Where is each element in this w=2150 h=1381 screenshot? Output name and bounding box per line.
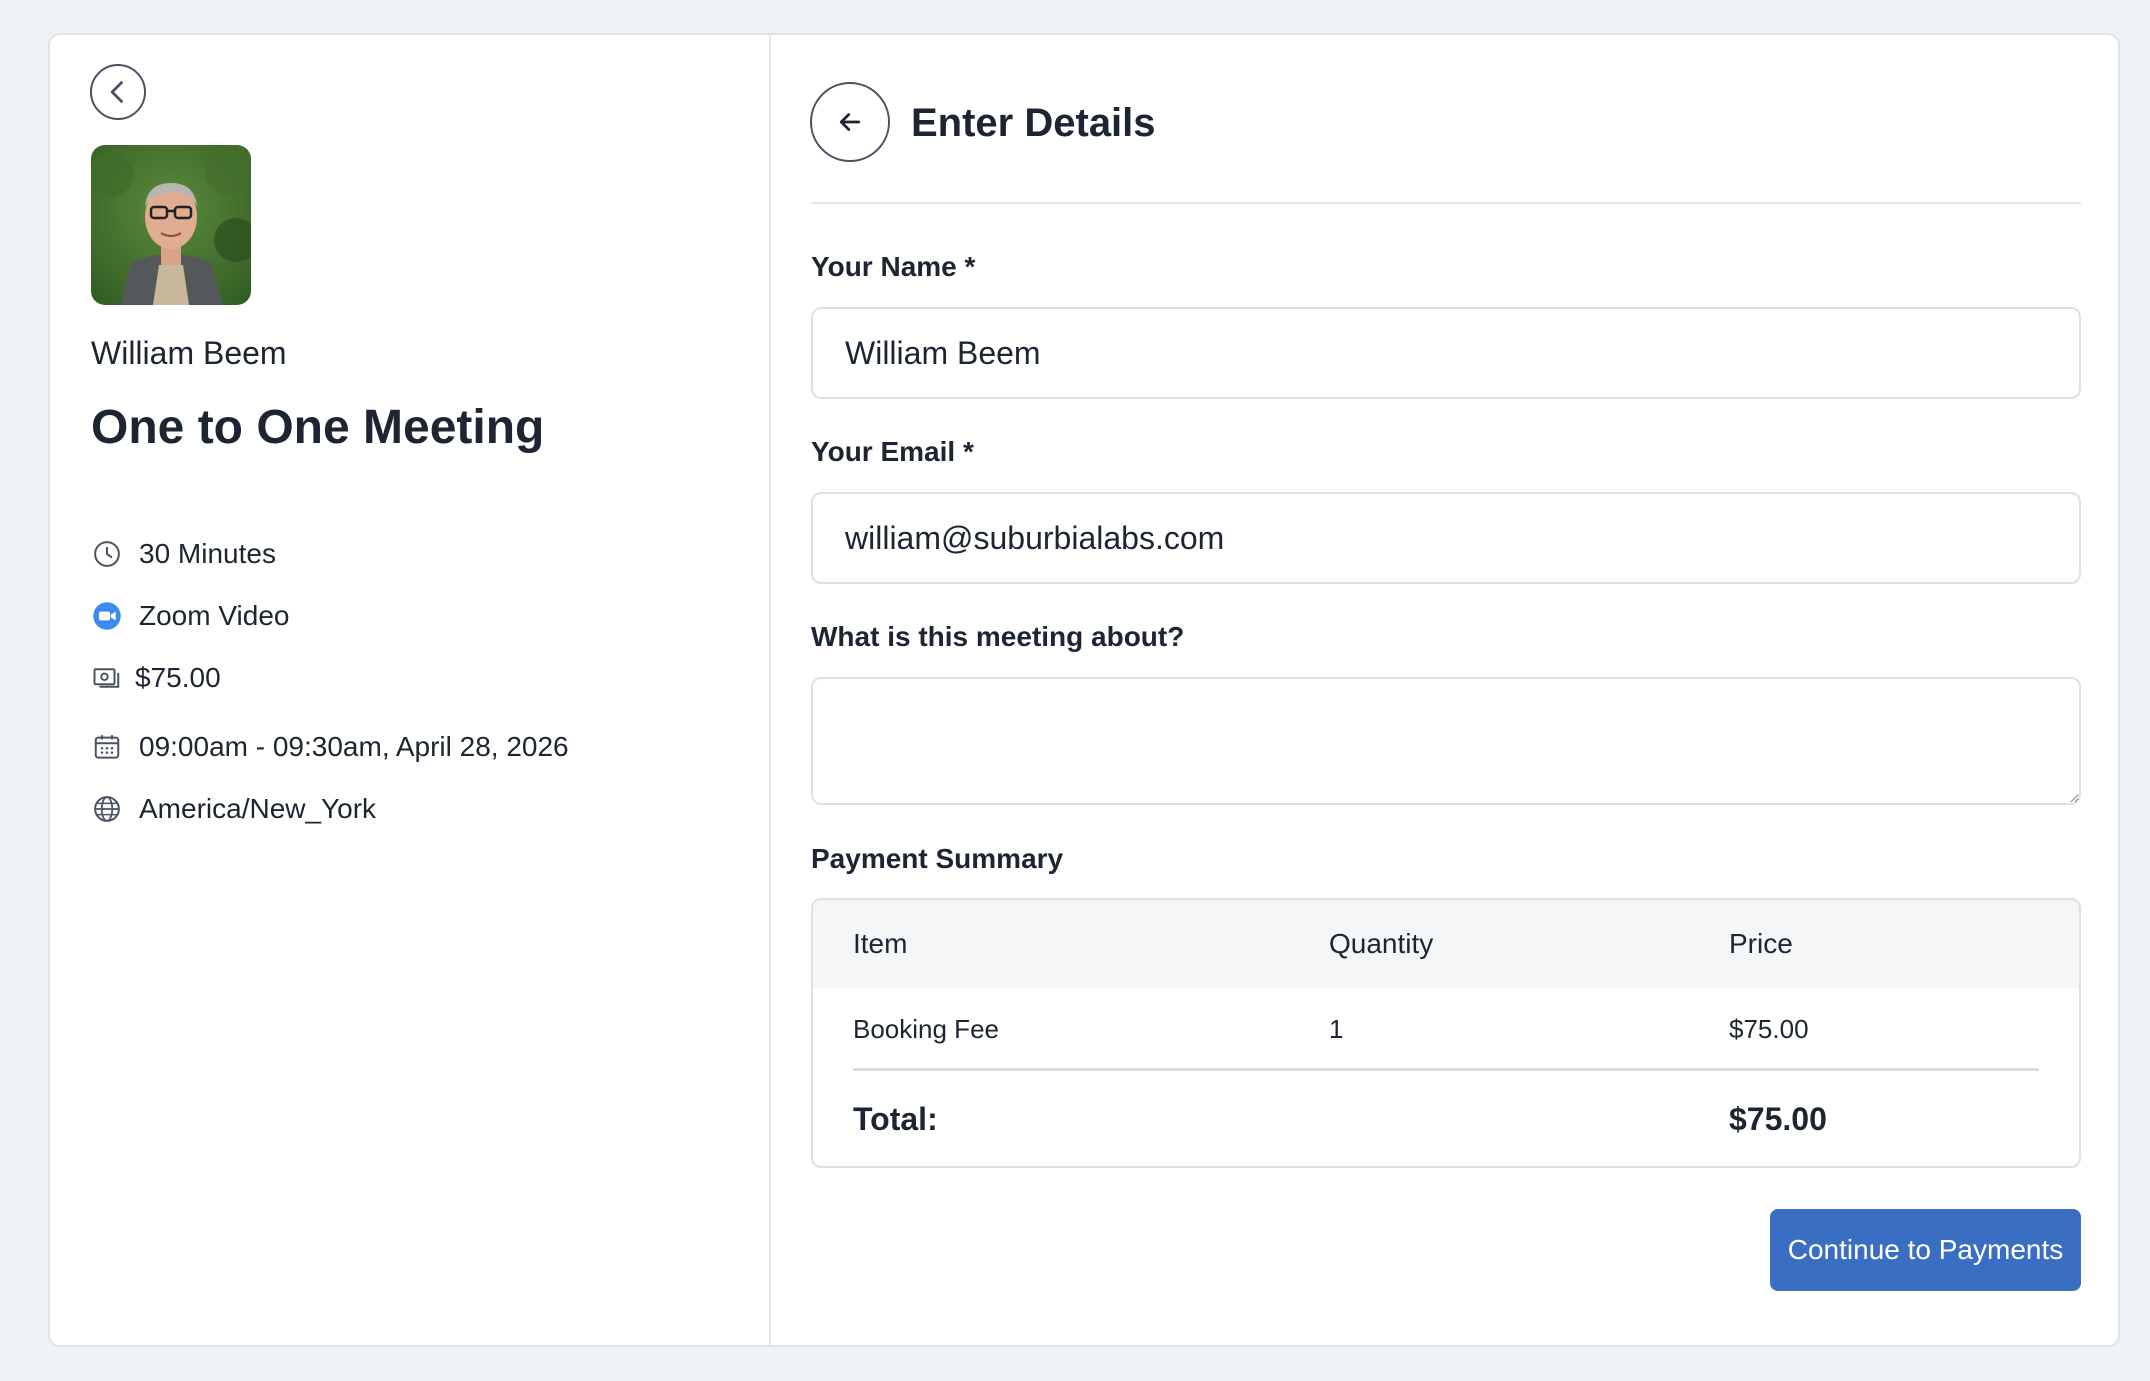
form-title: Enter Details: [911, 101, 1156, 145]
timezone-text: America/New_York: [139, 793, 377, 824]
back-button[interactable]: [90, 64, 146, 120]
total-label: Total:: [853, 1101, 938, 1137]
header-item: Item: [853, 928, 908, 959]
email-input[interactable]: [811, 492, 2081, 584]
calendar-icon: [91, 731, 123, 763]
location-row: Zoom Video: [91, 600, 289, 632]
total-value: $75.00: [1729, 1101, 1827, 1137]
event-summary-panel: William Beem One to One Meeting 30 Minut…: [50, 35, 769, 1345]
row-quantity: 1: [1329, 1014, 1344, 1044]
continue-to-payments-button[interactable]: Continue to Payments: [1770, 1209, 2081, 1291]
datetime-row: 09:00am - 09:30am, April 28, 2026: [91, 731, 569, 763]
clock-icon: [91, 538, 123, 570]
email-label: Your Email *: [811, 436, 974, 467]
meeting-about-textarea[interactable]: [811, 677, 2081, 805]
location-text: Zoom Video: [139, 600, 290, 631]
host-name: William Beem: [91, 335, 287, 371]
name-label: Your Name *: [811, 251, 976, 282]
chevron-left-icon: [110, 81, 123, 103]
globe-icon: [91, 793, 123, 825]
table-header: Item Quantity Price: [813, 900, 2079, 988]
money-icon: [91, 662, 123, 694]
name-input[interactable]: [811, 307, 2081, 399]
form-back-button[interactable]: [810, 82, 890, 162]
price-row: $75.00: [91, 662, 221, 694]
price-text: $75.00: [135, 662, 221, 693]
about-label: What is this meeting about?: [811, 621, 1185, 652]
datetime-text: 09:00am - 09:30am, April 28, 2026: [139, 731, 569, 762]
details-form-panel: Enter Details Your Name * Your Email * W…: [771, 35, 2118, 1345]
event-title: One to One Meeting: [91, 401, 545, 454]
booking-card: William Beem One to One Meeting 30 Minut…: [48, 33, 2120, 1347]
header-price: Price: [1729, 928, 1793, 959]
header-quantity: Quantity: [1329, 928, 1434, 959]
payment-summary-title: Payment Summary: [811, 843, 1064, 874]
title-divider: [811, 202, 2081, 204]
zoom-video-icon: [91, 600, 123, 632]
table-row: Booking Fee 1 $75.00: [813, 988, 2079, 1068]
payment-summary-table: Item Quantity Price Booking Fee 1 $75.00…: [811, 898, 2081, 1168]
row-item: Booking Fee: [853, 1014, 999, 1044]
arrow-left-icon: [839, 113, 861, 131]
duration-row: 30 Minutes: [91, 538, 276, 570]
host-avatar: [91, 145, 251, 305]
row-price: $75.00: [1729, 1014, 1809, 1044]
timezone-row: America/New_York: [91, 793, 376, 825]
duration-text: 30 Minutes: [139, 538, 276, 569]
total-row: Total: $75.00: [813, 1071, 2079, 1166]
